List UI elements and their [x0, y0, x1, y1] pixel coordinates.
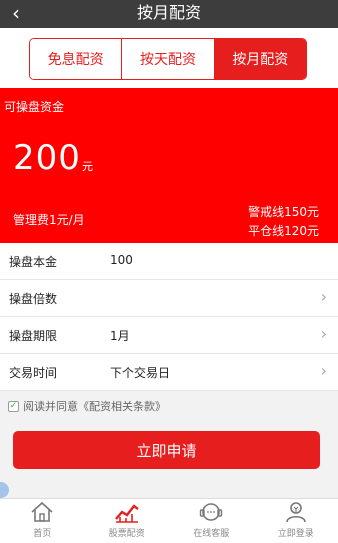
customer-service-icon [200, 503, 223, 521]
tabbar-login[interactable]: 立即登录 [254, 499, 338, 543]
page-title: 按月配资 [136, 3, 201, 22]
financing-type-tabs-container: 免息配资 按天配资 按月配资 [0, 28, 338, 88]
agreement-prefix: 阅读并同意 [23, 400, 78, 413]
tab-daily[interactable]: 按天配资 [122, 39, 215, 79]
tab-monthly[interactable]: 按月配资 [214, 39, 306, 79]
tabbar-login-label: 立即登录 [277, 529, 314, 539]
chevron-right-icon: › [320, 361, 327, 380]
terms-link[interactable]: 《配资相关条款》 [78, 398, 166, 414]
home-icon [31, 501, 53, 522]
checkbox-checked-icon[interactable]: ✓ [8, 400, 19, 412]
warning-line: 警戒线150元 [248, 205, 319, 219]
tabbar-home-label: 首页 [33, 529, 52, 539]
navigation-bar: ‹ 按月配资 [0, 0, 338, 28]
currency-unit: 元 [82, 160, 93, 173]
tab-interest-free[interactable]: 免息配资 [30, 39, 123, 79]
tabbar-customer-service-label: 在线客服 [193, 529, 230, 539]
management-fee: 管理费1元/月 [13, 213, 85, 227]
principal-input[interactable]: 100 [110, 253, 133, 267]
tabbar-customer-service[interactable]: 在线客服 [169, 499, 254, 543]
agreement-line: ✓ 阅读并同意 《配资相关条款》 [8, 398, 166, 414]
financing-form: 操盘本金 100 操盘倍数 › 操盘期限 1月 › 交易时间 下个交易日 › [0, 243, 338, 391]
duration-row[interactable]: 操盘期限 1月 › [0, 317, 338, 354]
user-login-icon [285, 502, 306, 523]
chevron-right-icon: › [320, 287, 327, 306]
duration-value: 1月 [110, 329, 130, 343]
trade-time-value: 下个交易日 [110, 366, 171, 380]
available-capital-amount: 200 [13, 138, 81, 178]
financing-type-tabs: 免息配资 按天配资 按月配资 [29, 38, 307, 80]
chevron-right-icon: › [320, 324, 327, 343]
available-capital-label: 可操盘资金 [4, 100, 65, 114]
principal-row[interactable]: 操盘本金 100 [0, 243, 338, 280]
tabbar-home[interactable]: 首页 [0, 499, 85, 543]
closeout-line: 平仓线120元 [248, 224, 319, 238]
floating-assistant-icon[interactable] [0, 482, 9, 498]
multiple-label: 操盘倍数 [9, 292, 58, 306]
trade-time-label: 交易时间 [9, 366, 58, 380]
multiple-row[interactable]: 操盘倍数 › [0, 280, 338, 317]
apply-button[interactable]: 立即申请 [13, 431, 320, 469]
principal-label: 操盘本金 [9, 255, 58, 269]
tabbar-stock-financing[interactable]: 股票配资 [85, 499, 170, 543]
capital-summary-panel: 可操盘资金 200 元 管理费1元/月 警戒线150元 平仓线120元 [0, 88, 338, 243]
trade-time-row[interactable]: 交易时间 下个交易日 › [0, 354, 338, 391]
tabbar-stock-financing-label: 股票配资 [108, 529, 145, 539]
duration-label: 操盘期限 [9, 329, 58, 343]
bottom-tab-bar: 首页 股票配资 在线客服 立即登录 [0, 498, 338, 543]
stock-chart-icon [114, 504, 139, 523]
